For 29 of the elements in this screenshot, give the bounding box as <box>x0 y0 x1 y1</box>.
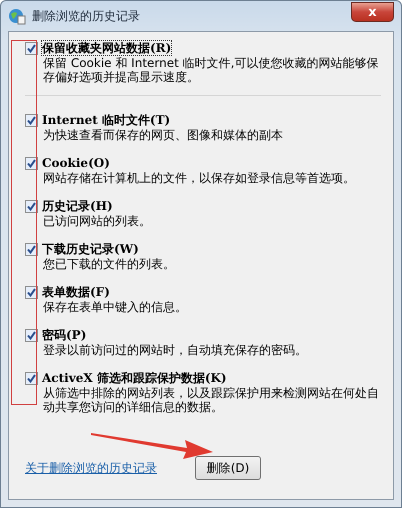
option-label[interactable]: Cookie(O) <box>41 155 111 171</box>
option-description: 网站存储在计算机上的文件，以保存如登录信息等首选项。 <box>42 171 356 185</box>
option-label[interactable]: ActiveX 筛选和跟踪保护数据(K) <box>41 370 228 386</box>
option-description: 登录以前访问过的网站时，自动填充保存的密码。 <box>42 343 308 357</box>
close-button[interactable]: x <box>351 2 394 22</box>
option-description: 为快速查看而保存的网页、图像和媒体的副本 <box>42 128 284 142</box>
option-description: 保存在表单中键入的信息。 <box>42 300 188 314</box>
checkbox[interactable] <box>25 200 38 212</box>
window-title: 删除浏览的历史记录 <box>32 8 141 24</box>
option-label[interactable]: 下载历史记录(W) <box>41 241 140 257</box>
option-description: 已访问网站的列表。 <box>42 214 152 228</box>
checkbox[interactable] <box>25 286 38 298</box>
checkbox[interactable] <box>25 372 38 384</box>
checkbox[interactable] <box>25 156 38 170</box>
help-link[interactable]: 关于删除浏览的历史记录 <box>25 460 157 476</box>
checkbox[interactable] <box>25 328 38 342</box>
option-label[interactable]: 历史记录(H) <box>41 198 114 214</box>
option-label[interactable]: Internet 临时文件(T) <box>41 112 172 128</box>
delete-button[interactable]: 删除(D) <box>195 456 261 480</box>
checkbox[interactable] <box>25 42 38 54</box>
option-label[interactable]: 表单数据(F) <box>41 284 111 300</box>
option-label[interactable]: 保留收藏夹网站数据(R) <box>41 40 172 56</box>
globe-icon <box>8 7 26 25</box>
option-description: 保留 Cookie 和 Internet 临时文件,可以使您收藏的网站能够保存偏好选项并提高显示速度。 <box>42 56 380 84</box>
checkbox[interactable] <box>25 242 38 256</box>
option-label[interactable]: 密码(P) <box>41 327 88 343</box>
option-description: 您已下载的文件的列表。 <box>42 257 176 271</box>
option-description: 从筛选中排除的网站列表，以及跟踪保护用来检测网站在何处自动共享您访问的详细信息的数据。 <box>42 386 380 414</box>
checkbox[interactable] <box>25 114 38 126</box>
